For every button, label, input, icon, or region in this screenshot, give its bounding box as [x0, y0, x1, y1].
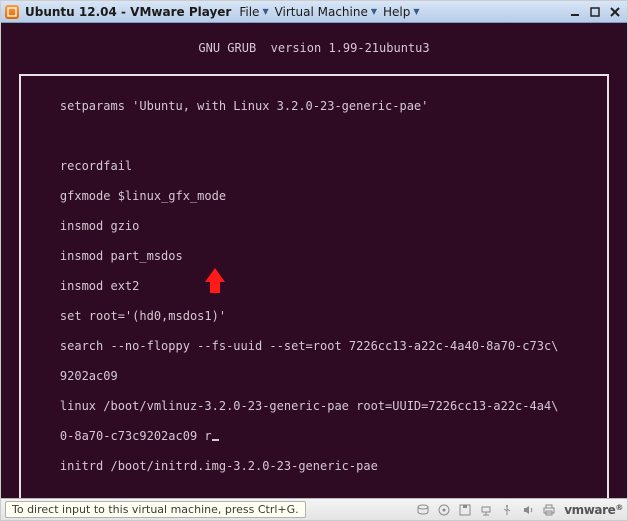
input-hint: To direct input to this virtual machine,… — [5, 501, 306, 518]
minimize-button[interactable] — [567, 5, 583, 19]
grub-line: search --no-floppy --fs-uuid --set=root … — [60, 339, 559, 353]
vmware-brand: vmware — [564, 503, 623, 517]
grub-line: insmod ext2 — [60, 279, 139, 293]
text-cursor — [212, 439, 219, 441]
window-titlebar: Ubuntu 12.04 - VMware Player File ▼ Virt… — [1, 1, 627, 23]
menu-vm-label: Virtual Machine — [275, 5, 368, 19]
status-bar: To direct input to this virtual machine,… — [1, 498, 627, 520]
grub-line: insmod part_msdos — [60, 249, 183, 263]
menu-help-label: Help — [383, 5, 410, 19]
annotation-arrow-icon — [205, 268, 225, 282]
network-icon[interactable] — [477, 502, 495, 518]
status-icons — [414, 502, 558, 518]
window-controls — [567, 5, 623, 19]
grub-line: initrd /boot/initrd.img-3.2.0-23-generic… — [60, 459, 378, 473]
grub-line: 0-8a70-c73c9202ac09 r — [60, 429, 212, 443]
vmware-icon — [5, 5, 19, 19]
grub-line: setparams 'Ubuntu, with Linux 3.2.0-23-g… — [60, 99, 428, 113]
chevron-down-icon: ▼ — [413, 7, 419, 16]
grub-line: insmod gzio — [60, 219, 139, 233]
menu-help[interactable]: Help ▼ — [383, 5, 420, 19]
chevron-down-icon: ▼ — [371, 7, 377, 16]
menu-file-label: File — [239, 5, 259, 19]
cd-icon[interactable] — [435, 502, 453, 518]
grub-screen[interactable]: GNU GRUB version 1.99-21ubuntu3 setparam… — [1, 23, 627, 498]
window-title: Ubuntu 12.04 - VMware Player — [25, 5, 231, 19]
close-button[interactable] — [607, 5, 623, 19]
menu-file[interactable]: File ▼ — [239, 5, 268, 19]
usb-icon[interactable] — [498, 502, 516, 518]
hard-disk-icon[interactable] — [414, 502, 432, 518]
grub-line: 9202ac09 — [60, 369, 118, 383]
menu-virtual-machine[interactable]: Virtual Machine ▼ — [275, 5, 377, 19]
sound-icon[interactable] — [519, 502, 537, 518]
grub-edit-box[interactable]: setparams 'Ubuntu, with Linux 3.2.0-23-g… — [19, 74, 609, 498]
chevron-down-icon: ▼ — [262, 7, 268, 16]
grub-line: linux /boot/vmlinuz-3.2.0-23-generic-pae… — [60, 399, 559, 413]
printer-icon[interactable] — [540, 502, 558, 518]
grub-line: recordfail — [60, 159, 132, 173]
grub-line: gfxmode $linux_gfx_mode — [60, 189, 226, 203]
grub-header: GNU GRUB version 1.99-21ubuntu3 — [11, 41, 617, 56]
floppy-icon[interactable] — [456, 502, 474, 518]
maximize-button[interactable] — [587, 5, 603, 19]
menu-bar: File ▼ Virtual Machine ▼ Help ▼ — [239, 5, 419, 19]
grub-line: set root='(hd0,msdos1)' — [60, 309, 226, 323]
